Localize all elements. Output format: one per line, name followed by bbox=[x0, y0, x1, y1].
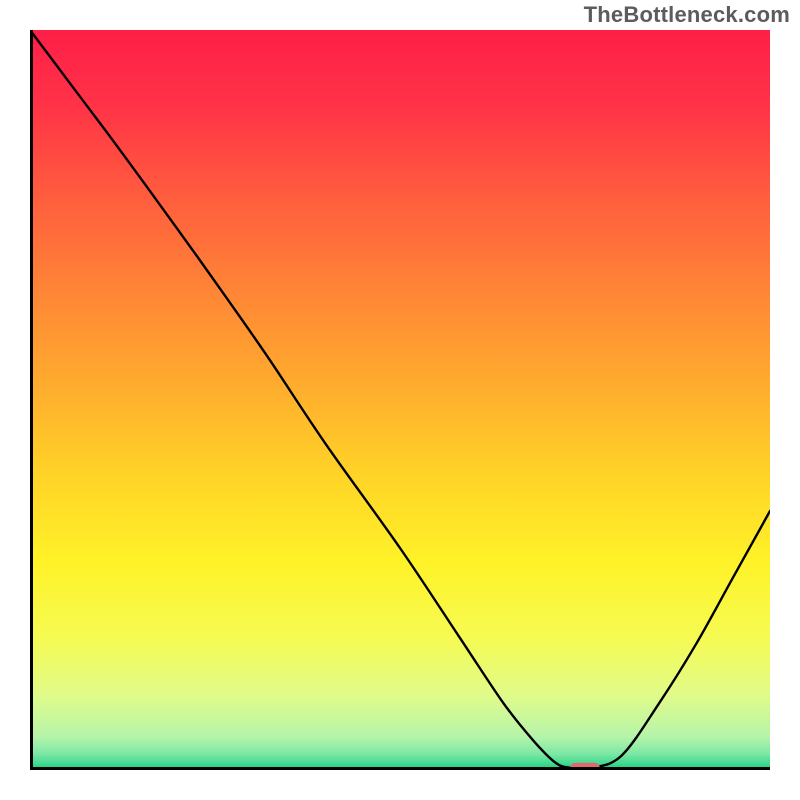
bottleneck-chart: TheBottleneck.com bbox=[0, 0, 800, 800]
curve-layer bbox=[30, 30, 770, 770]
watermark-text: TheBottleneck.com bbox=[584, 2, 790, 28]
bottleneck-curve-path bbox=[30, 30, 770, 769]
plot-area bbox=[30, 30, 770, 770]
optimal-marker bbox=[570, 763, 600, 770]
